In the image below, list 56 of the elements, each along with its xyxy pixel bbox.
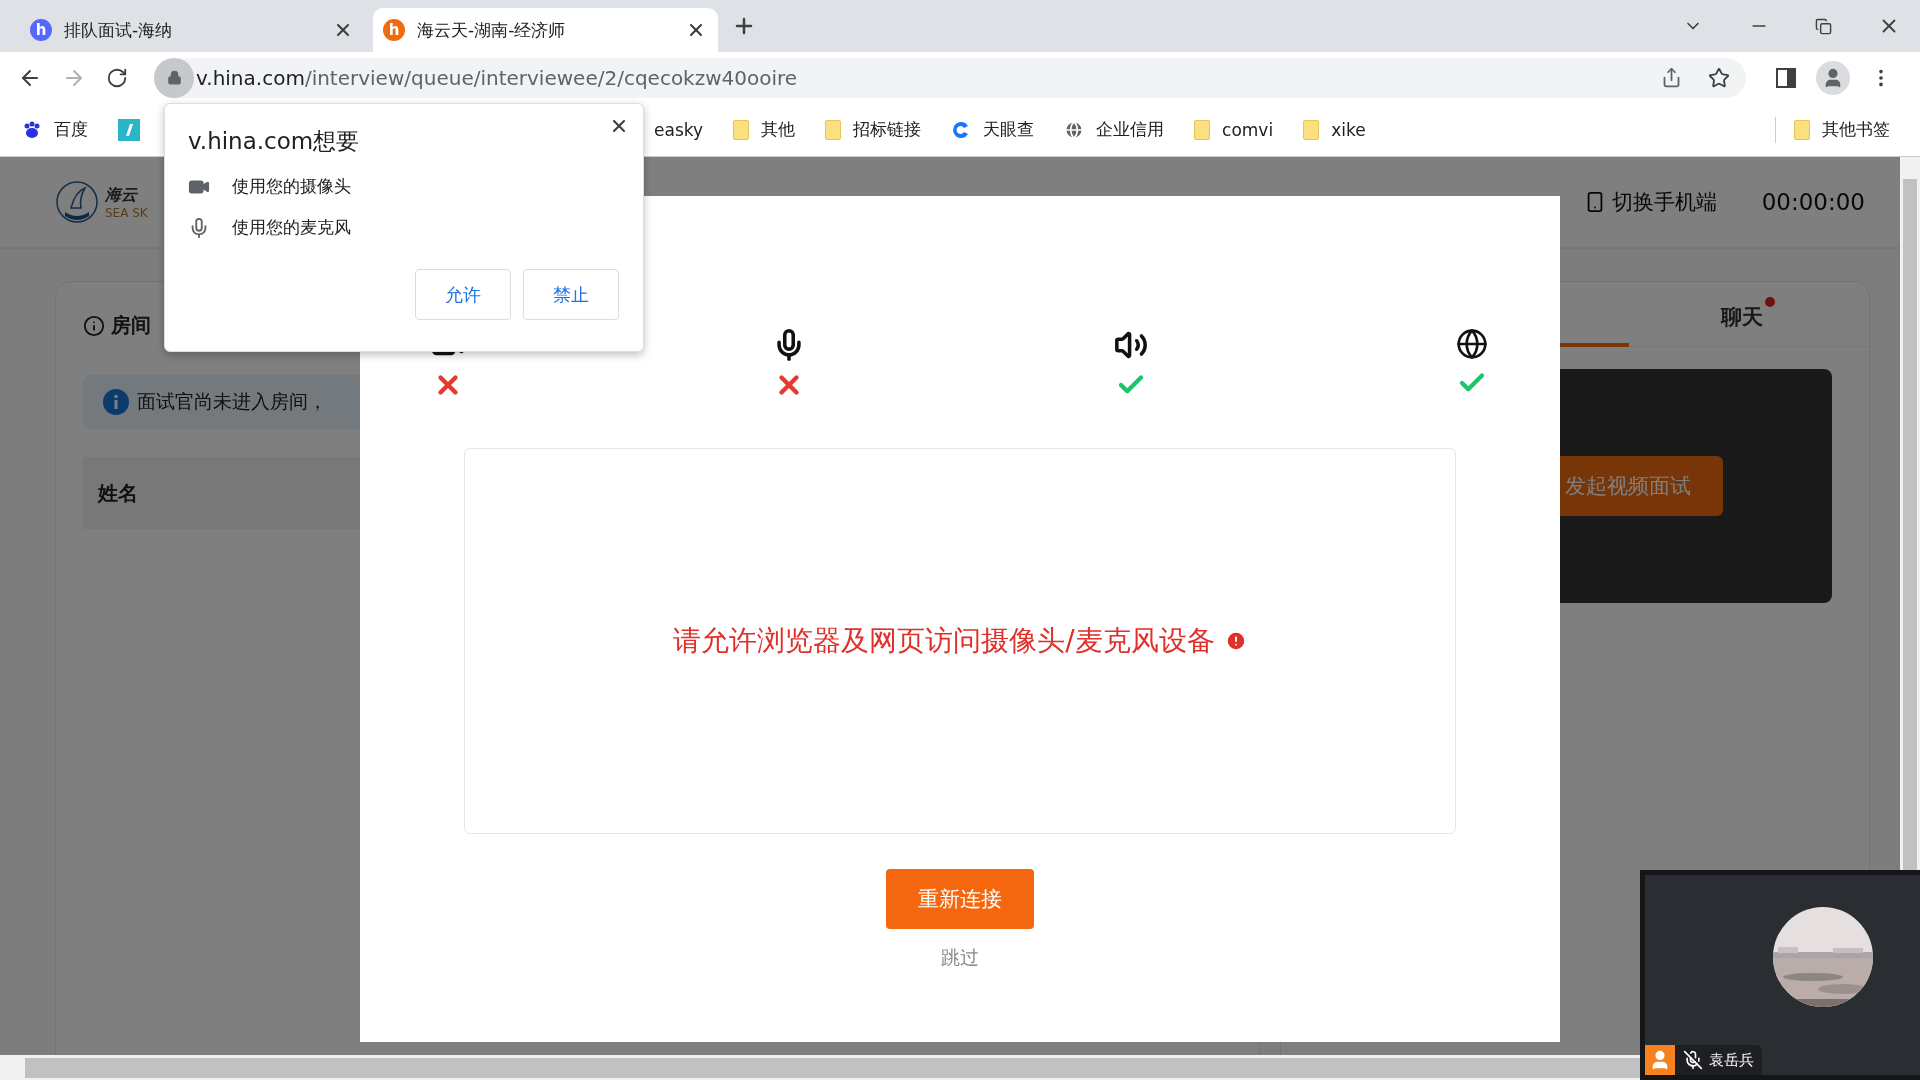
paw-icon bbox=[22, 119, 42, 140]
bookmark-link[interactable]: 其他 bbox=[761, 118, 796, 141]
alert-icon bbox=[1224, 630, 1247, 652]
folder-icon bbox=[1794, 119, 1810, 140]
bookmark-link[interactable]: 招标链接 bbox=[853, 118, 922, 141]
folder-icon bbox=[733, 119, 750, 140]
error-message: 请允许浏览器及网页访问摄像头/麦克风设备 bbox=[673, 623, 1215, 659]
bookmark-link[interactable]: 天眼查 bbox=[983, 118, 1035, 141]
address-bar[interactable]: v.hina.com/interview/queue/interviewee/2/cqecokzw40ooire bbox=[154, 57, 1746, 98]
bookmark-star-icon[interactable] bbox=[1708, 66, 1730, 89]
allow-button[interactable]: 允许 bbox=[415, 269, 511, 320]
profile-icon[interactable] bbox=[1816, 60, 1850, 95]
folder-icon bbox=[1194, 119, 1211, 140]
permission-label: 使用您的麦克风 bbox=[232, 216, 351, 239]
person-icon bbox=[1645, 1045, 1675, 1075]
browser-tab[interactable]: h 海云天-湖南-经济师 bbox=[373, 8, 718, 52]
popup-title: v.hina.com想要 bbox=[188, 127, 361, 156]
bookmark-link[interactable]: xike bbox=[1331, 119, 1366, 140]
notice-text: 面试官尚未进入房间， bbox=[137, 389, 327, 414]
globe-icon bbox=[1456, 328, 1489, 360]
reload-icon[interactable] bbox=[106, 66, 128, 89]
globe-icon bbox=[1064, 119, 1085, 140]
chat-tab[interactable]: 聊天 bbox=[1721, 297, 1775, 331]
bookmark-link[interactable]: 百度 bbox=[54, 118, 88, 141]
bookmark-link[interactable]: 其他书签 bbox=[1822, 118, 1890, 141]
restore-icon[interactable] bbox=[1815, 17, 1832, 35]
info-icon bbox=[103, 389, 129, 415]
lock-icon[interactable] bbox=[154, 57, 194, 98]
logo-subtitle: SEA SK bbox=[105, 205, 148, 220]
tab-title: 海云天-湖南-经济师 bbox=[417, 18, 567, 42]
site-icon: h bbox=[383, 19, 405, 41]
info-icon bbox=[83, 314, 105, 337]
block-button[interactable]: 禁止 bbox=[523, 269, 619, 320]
logo-name: 海云 bbox=[105, 184, 139, 206]
timer: 00:00:00 bbox=[1761, 189, 1865, 215]
site-icon: h bbox=[30, 19, 52, 41]
vertical-scrollbar[interactable] bbox=[1900, 157, 1920, 870]
switch-device-button[interactable]: 切换手机端 bbox=[1583, 188, 1717, 216]
browser-tab[interactable]: h 排队面试-海纳 bbox=[20, 8, 365, 52]
column-header: 姓名 bbox=[98, 479, 138, 507]
bookmark-link[interactable]: 企业信用 bbox=[1096, 118, 1165, 141]
folder-icon bbox=[825, 119, 842, 140]
share-icon[interactable] bbox=[1661, 67, 1682, 88]
folder-icon bbox=[1303, 119, 1320, 140]
url-text: v.hina.com/interview/queue/interviewee/2/cqecokzw40ooire bbox=[196, 65, 799, 90]
card-title: 房间 bbox=[111, 312, 151, 339]
bookmark-link[interactable]: easky bbox=[654, 119, 704, 140]
permission-label: 使用您的摄像头 bbox=[232, 175, 351, 198]
side-panel-icon[interactable] bbox=[1776, 67, 1796, 88]
horizontal-scrollbar[interactable] bbox=[0, 1055, 1640, 1080]
bookmark-link[interactable]: comvi bbox=[1222, 119, 1274, 140]
participant-name: 袁岳兵 bbox=[1708, 1050, 1755, 1070]
app-icon bbox=[118, 118, 140, 141]
logo-icon bbox=[55, 180, 99, 224]
skip-link[interactable]: 跳过 bbox=[941, 945, 979, 971]
tab-title: 排队面试-海纳 bbox=[64, 18, 174, 42]
